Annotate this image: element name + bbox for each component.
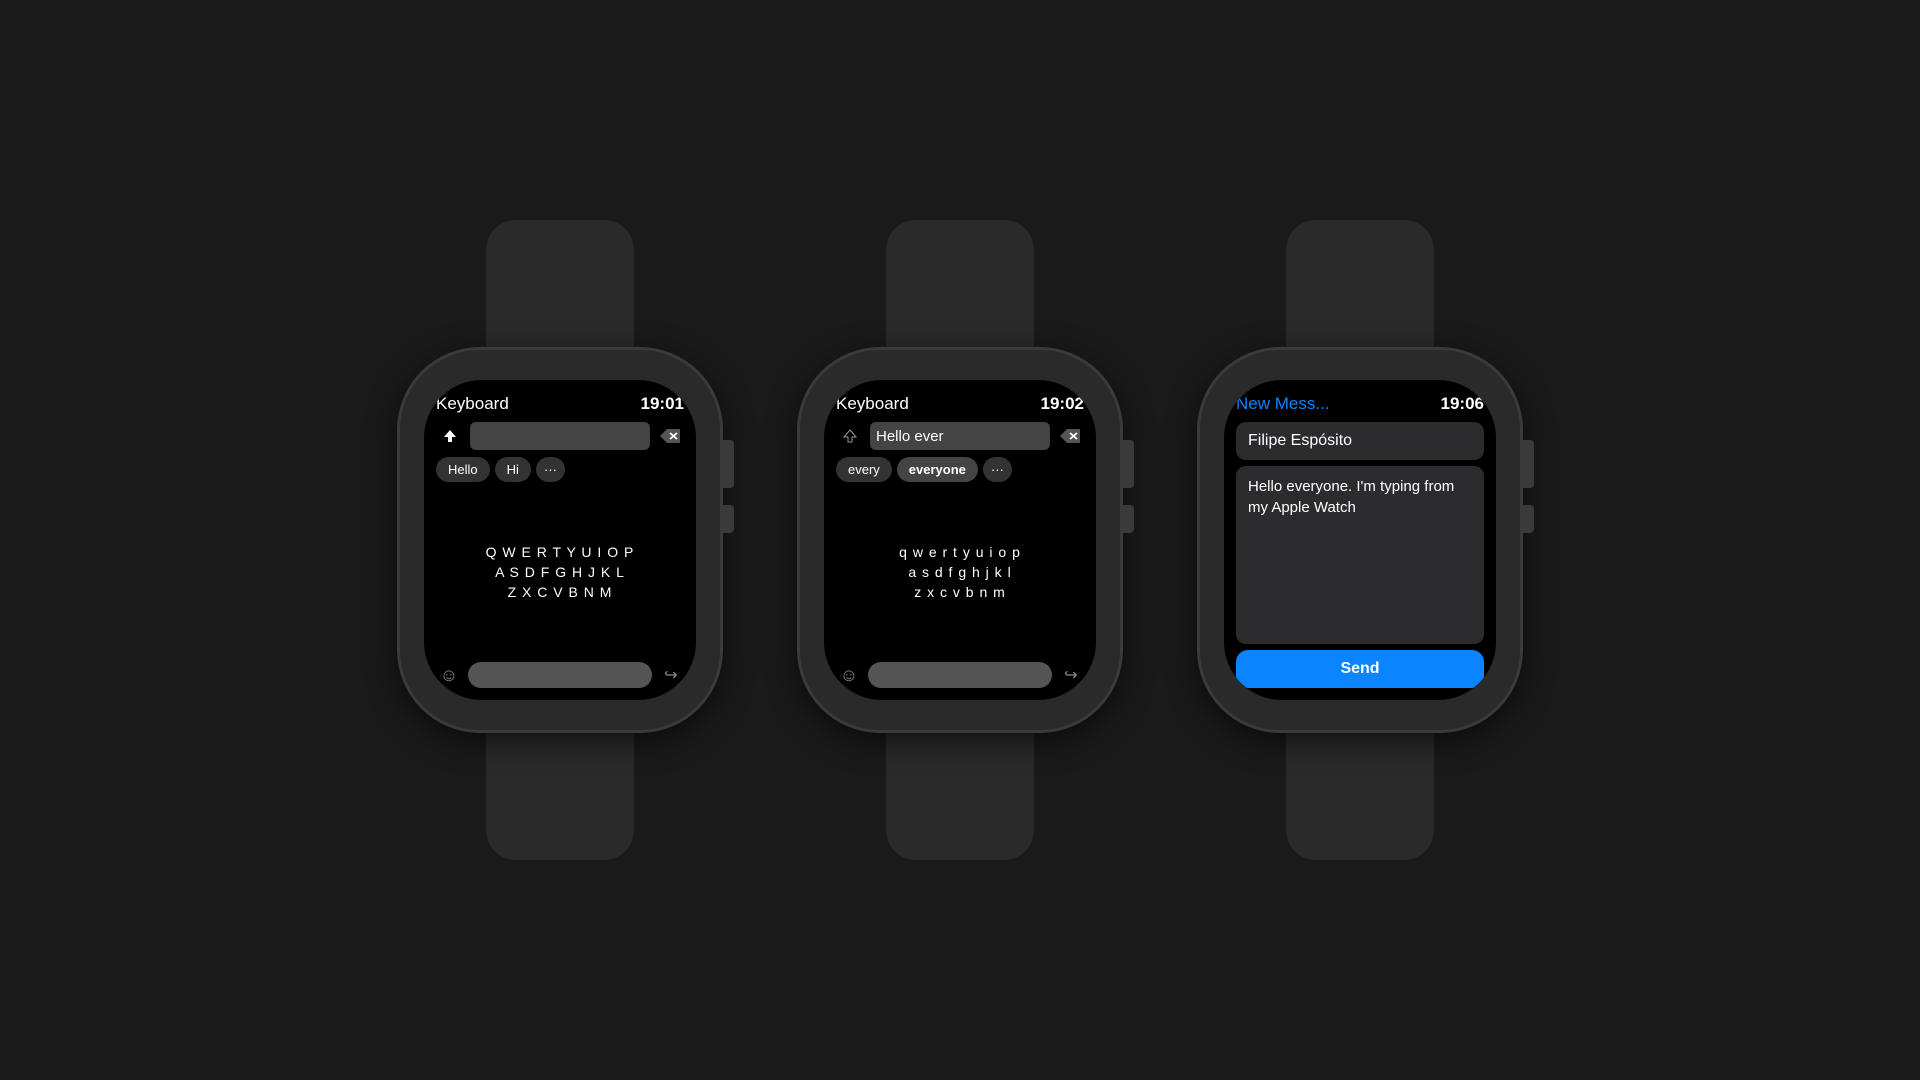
band-top-1 bbox=[486, 220, 634, 350]
suggestion-everyone[interactable]: everyone bbox=[897, 457, 978, 482]
watch-body-1: Keyboard 19:01 bbox=[400, 350, 720, 730]
emoji-icon-1[interactable]: ☺ bbox=[436, 662, 462, 688]
key-row-1-2: A S D F G H J K L bbox=[436, 564, 684, 580]
screen-title-2: Keyboard bbox=[836, 394, 909, 414]
space-bar-2[interactable] bbox=[868, 662, 1052, 688]
watch-screen-3: New Mess... 19:06 Filipe Espósito Hello … bbox=[1224, 380, 1496, 700]
keyboard-bottom-1: ☺ ↪ bbox=[436, 662, 684, 688]
band-top-2 bbox=[886, 220, 1034, 350]
keyboard-1: Q W E R T Y U I O P A S D F G H J K L Z … bbox=[436, 490, 684, 654]
key-row-2-2: a s d f g h j k l bbox=[836, 564, 1084, 580]
screen-time-1: 19:01 bbox=[641, 394, 684, 414]
keyboard-bottom-2: ☺ ↪ bbox=[836, 662, 1084, 688]
shift-icon-1 bbox=[436, 422, 464, 450]
screen-header-3: New Mess... 19:06 bbox=[1236, 394, 1484, 414]
screen-title-3: New Mess... bbox=[1236, 394, 1330, 414]
band-bottom-2 bbox=[886, 730, 1034, 860]
more-suggestions-2[interactable]: ··· bbox=[983, 457, 1012, 482]
screen-header-1: Keyboard 19:01 bbox=[436, 394, 684, 414]
suggestions-2: every everyone ··· bbox=[836, 457, 1084, 482]
key-row-1-1: Q W E R T Y U I O P bbox=[436, 544, 684, 560]
input-text-2: Hello ever bbox=[876, 428, 944, 445]
text-input-1[interactable] bbox=[470, 422, 650, 450]
more-suggestions-1[interactable]: ··· bbox=[536, 457, 565, 482]
watch-2: Keyboard 19:02 Hello ever bbox=[800, 220, 1120, 860]
shift-icon-2 bbox=[836, 422, 864, 450]
msg-body: Hello everyone. I'm typing from my Apple… bbox=[1236, 466, 1484, 644]
screen-time-2: 19:02 bbox=[1041, 394, 1084, 414]
text-input-2[interactable]: Hello ever bbox=[870, 422, 1050, 450]
band-top-3 bbox=[1286, 220, 1434, 350]
watch-screen-1: Keyboard 19:01 bbox=[424, 380, 696, 700]
send-icon-1[interactable]: ↪ bbox=[658, 662, 684, 688]
send-icon-2[interactable]: ↪ bbox=[1058, 662, 1084, 688]
key-row-2-3: z x c v b n m bbox=[836, 584, 1084, 600]
delete-icon-1 bbox=[656, 422, 684, 450]
watch-btn-2 bbox=[1120, 505, 1134, 533]
watch-crown-2 bbox=[1120, 440, 1134, 488]
input-row-2: Hello ever bbox=[836, 422, 1084, 450]
emoji-icon-2[interactable]: ☺ bbox=[836, 662, 862, 688]
screen-header-2: Keyboard 19:02 bbox=[836, 394, 1084, 414]
watch-1: Keyboard 19:01 bbox=[400, 220, 720, 860]
watch-crown-3 bbox=[1520, 440, 1534, 488]
input-row-1 bbox=[436, 422, 684, 450]
space-bar-1[interactable] bbox=[468, 662, 652, 688]
key-row-2-1: q w e r t y u i o p bbox=[836, 544, 1084, 560]
suggestion-every[interactable]: every bbox=[836, 457, 892, 482]
suggestions-1: Hello Hi ··· bbox=[436, 457, 684, 482]
watch-crown-1 bbox=[720, 440, 734, 488]
suggestion-hi[interactable]: Hi bbox=[495, 457, 531, 482]
watch-btn-1 bbox=[720, 505, 734, 533]
band-bottom-3 bbox=[1286, 730, 1434, 860]
band-bottom-1 bbox=[486, 730, 634, 860]
delete-icon-2 bbox=[1056, 422, 1084, 450]
watch-screen-2: Keyboard 19:02 Hello ever bbox=[824, 380, 1096, 700]
suggestion-hello[interactable]: Hello bbox=[436, 457, 490, 482]
key-row-1-3: Z X C V B N M bbox=[436, 584, 684, 600]
watch-body-3: New Mess... 19:06 Filipe Espósito Hello … bbox=[1200, 350, 1520, 730]
watch-btn-3 bbox=[1520, 505, 1534, 533]
watch-body-2: Keyboard 19:02 Hello ever bbox=[800, 350, 1120, 730]
keyboard-2: q w e r t y u i o p a s d f g h j k l z … bbox=[836, 490, 1084, 654]
screen-title-1: Keyboard bbox=[436, 394, 509, 414]
watch-3: New Mess... 19:06 Filipe Espósito Hello … bbox=[1200, 220, 1520, 860]
send-button[interactable]: Send bbox=[1236, 650, 1484, 688]
msg-contact: Filipe Espósito bbox=[1236, 422, 1484, 460]
screen-time-3: 19:06 bbox=[1441, 394, 1484, 414]
